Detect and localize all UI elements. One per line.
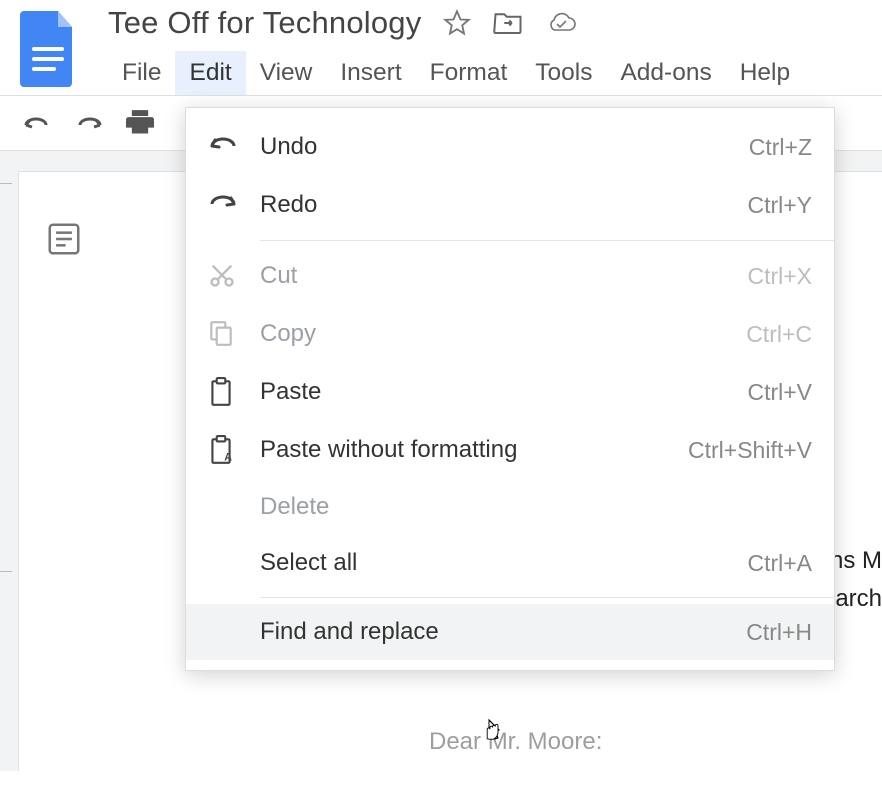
menu-shortcut: Ctrl+Y xyxy=(747,192,812,219)
menu-item-cut: Cut Ctrl+X xyxy=(186,247,834,305)
menu-item-copy: Copy Ctrl+C xyxy=(186,305,834,363)
outline-icon[interactable] xyxy=(45,220,83,258)
document-greeting: Dear Mr. Moore: xyxy=(429,728,602,756)
edit-menu-dropdown: Undo Ctrl+Z Redo Ctrl+Y Cut Ctrl+X Copy … xyxy=(185,107,835,671)
print-button[interactable] xyxy=(126,110,154,136)
copy-icon xyxy=(208,319,238,349)
menu-file[interactable]: File xyxy=(108,51,175,95)
menu-item-delete: Delete xyxy=(186,479,834,535)
menu-item-paste[interactable]: Paste Ctrl+V xyxy=(186,363,834,421)
menu-item-paste-without-formatting[interactable]: A Paste without formatting Ctrl+Shift+V xyxy=(186,421,834,479)
undo-button[interactable] xyxy=(22,113,52,133)
menu-shortcut: Ctrl+C xyxy=(746,321,812,348)
move-icon[interactable] xyxy=(493,10,523,36)
menu-item-redo[interactable]: Redo Ctrl+Y xyxy=(186,176,834,234)
header: Tee Off for Technology File Edit View In… xyxy=(0,0,882,95)
menu-label: Select all xyxy=(260,549,747,577)
menu-label: Redo xyxy=(260,191,747,219)
menu-separator xyxy=(260,597,834,598)
docs-app-icon[interactable] xyxy=(20,11,76,87)
cut-icon xyxy=(208,261,238,291)
menu-item-select-all[interactable]: Select all Ctrl+A xyxy=(186,535,834,591)
menubar: File Edit View Insert Format Tools Add-o… xyxy=(108,51,882,95)
menu-shortcut: Ctrl+Shift+V xyxy=(688,437,812,464)
menu-label: Paste without formatting xyxy=(260,436,688,464)
menu-addons[interactable]: Add-ons xyxy=(606,51,725,95)
redo-icon xyxy=(208,190,238,220)
menu-edit[interactable]: Edit xyxy=(175,51,245,95)
menu-label: Delete xyxy=(260,493,812,521)
undo-icon xyxy=(208,132,238,162)
paste-plain-icon: A xyxy=(208,435,238,465)
menu-help[interactable]: Help xyxy=(726,51,804,95)
menu-view[interactable]: View xyxy=(246,51,327,95)
document-body-fragment: ns M arch xyxy=(830,542,882,619)
menu-label: Find and replace xyxy=(260,618,746,646)
menu-shortcut: Ctrl+Z xyxy=(749,134,812,161)
menu-format[interactable]: Format xyxy=(416,51,522,95)
paste-icon xyxy=(208,377,238,407)
cloud-saved-icon[interactable] xyxy=(545,11,577,35)
star-icon[interactable] xyxy=(443,9,471,37)
menu-label: Copy xyxy=(260,320,746,348)
menu-separator xyxy=(260,240,834,241)
menu-shortcut: Ctrl+H xyxy=(746,619,812,646)
menu-insert[interactable]: Insert xyxy=(326,51,415,95)
svg-text:A: A xyxy=(224,452,232,464)
menu-label: Undo xyxy=(260,133,749,161)
cursor-pointer-icon xyxy=(480,718,506,748)
document-title[interactable]: Tee Off for Technology xyxy=(108,5,421,41)
menu-tools[interactable]: Tools xyxy=(521,51,606,95)
menu-shortcut: Ctrl+V xyxy=(747,379,812,406)
menu-shortcut: Ctrl+A xyxy=(747,550,812,577)
menu-shortcut: Ctrl+X xyxy=(747,263,812,290)
menu-item-undo[interactable]: Undo Ctrl+Z xyxy=(186,118,834,176)
redo-button[interactable] xyxy=(74,113,104,133)
menu-item-find-and-replace[interactable]: Find and replace Ctrl+H xyxy=(186,604,834,660)
menu-label: Paste xyxy=(260,378,747,406)
menu-label: Cut xyxy=(260,262,747,290)
